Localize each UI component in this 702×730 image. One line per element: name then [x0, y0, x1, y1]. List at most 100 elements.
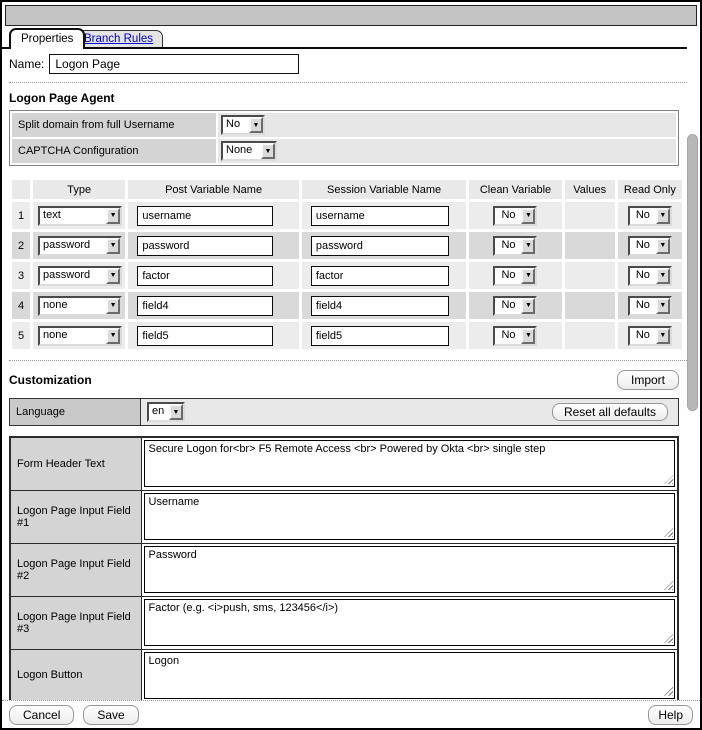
captcha-select[interactable]: None ▼ — [221, 141, 277, 161]
type-cell: text▼ — [33, 202, 125, 229]
separator — [9, 360, 687, 361]
select-value: password — [40, 238, 106, 254]
clean-variable-select[interactable]: No▼ — [493, 296, 537, 316]
split-domain-value-cell: No ▼ — [218, 113, 676, 137]
dropdown-arrow-icon: ▼ — [521, 328, 535, 344]
logon-button-label: Logon Button — [10, 649, 141, 700]
select-value: No — [630, 208, 656, 224]
language-select[interactable]: en ▼ — [147, 402, 185, 422]
input-field-1-textarea[interactable]: Username — [144, 493, 676, 540]
logon-button-row: Logon Button Logon — [10, 649, 678, 700]
dropdown-arrow-icon: ▼ — [656, 238, 670, 254]
window-titlebar — [5, 5, 697, 26]
name-row: Name: — [9, 54, 687, 74]
clean-variable-select[interactable]: No▼ — [493, 206, 537, 226]
row-number: 3 — [12, 262, 30, 289]
session-variable-input[interactable] — [311, 266, 449, 286]
session-variable-input[interactable] — [311, 296, 449, 316]
clean-variable-cell: No▼ — [469, 232, 561, 259]
header-read-only: Read Only — [618, 180, 682, 199]
input-field-3-cell: Factor (e.g. <i>push, sms, 123456</i>) — [141, 596, 678, 649]
input-field-3-textarea[interactable]: Factor (e.g. <i>push, sms, 123456</i>) — [144, 599, 676, 646]
dropdown-arrow-icon: ▼ — [106, 268, 120, 284]
tab-bar: Properties Branch Rules — [2, 27, 687, 49]
logon-page-properties-window: Properties Branch Rules Name: Logon Page… — [0, 0, 702, 730]
select-value: No — [495, 208, 521, 224]
values-cell — [565, 322, 615, 349]
clean-variable-select[interactable]: No▼ — [493, 326, 537, 346]
read-only-cell: No▼ — [618, 232, 682, 259]
type-select[interactable]: text▼ — [38, 206, 122, 226]
dropdown-arrow-icon: ▼ — [656, 328, 670, 344]
read-only-select[interactable]: No▼ — [628, 236, 672, 256]
header-number — [12, 180, 30, 199]
values-cell — [565, 232, 615, 259]
input-field-3-row: Logon Page Input Field #3 Factor (e.g. <… — [10, 596, 678, 649]
select-value: No — [495, 238, 521, 254]
select-value: No — [630, 328, 656, 344]
session-variable-input[interactable] — [311, 326, 449, 346]
split-domain-select[interactable]: No ▼ — [221, 115, 265, 135]
post-variable-input[interactable] — [137, 266, 273, 286]
post-variable-input[interactable] — [137, 236, 273, 256]
logon-button-textarea[interactable]: Logon — [144, 652, 676, 699]
dropdown-arrow-icon: ▼ — [521, 268, 535, 284]
type-select[interactable]: password▼ — [38, 266, 122, 286]
import-button[interactable]: Import — [617, 370, 679, 390]
values-cell — [565, 262, 615, 289]
cancel-button[interactable]: Cancel — [9, 705, 74, 725]
form-header-text-cell: Secure Logon for<br> F5 Remote Access <b… — [141, 437, 678, 490]
session-variable-cell — [302, 262, 467, 289]
clean-variable-cell: No▼ — [469, 292, 561, 319]
input-field-2-textarea[interactable]: Password — [144, 546, 676, 593]
clean-variable-cell: No▼ — [469, 322, 561, 349]
type-cell: password▼ — [33, 232, 125, 259]
input-field-2-row: Logon Page Input Field #2 Password — [10, 543, 678, 596]
session-variable-cell — [302, 202, 467, 229]
customization-text-table: Form Header Text Secure Logon for<br> F5… — [9, 436, 679, 700]
tab-branch-rules-label: Branch Rules — [84, 33, 153, 45]
help-button[interactable]: Help — [648, 705, 693, 725]
type-select[interactable]: none▼ — [38, 296, 122, 316]
form-header-text-label: Form Header Text — [10, 437, 141, 490]
name-input[interactable] — [49, 54, 299, 74]
dropdown-arrow-icon: ▼ — [169, 404, 183, 420]
row-number: 2 — [12, 232, 30, 259]
read-only-select[interactable]: No▼ — [628, 266, 672, 286]
name-label: Name: — [9, 57, 44, 71]
session-variable-input[interactable] — [311, 236, 449, 256]
session-variable-input[interactable] — [311, 206, 449, 226]
select-value: none — [40, 298, 106, 314]
input-field-2-label: Logon Page Input Field #2 — [10, 543, 141, 596]
clean-variable-cell: No▼ — [469, 202, 561, 229]
select-value: None — [223, 143, 261, 159]
post-variable-cell — [128, 322, 299, 349]
post-variable-input[interactable] — [137, 296, 273, 316]
form-header-text-textarea[interactable]: Secure Logon for<br> F5 Remote Access <b… — [144, 440, 676, 487]
type-select[interactable]: password▼ — [38, 236, 122, 256]
tab-properties[interactable]: Properties — [9, 28, 85, 49]
clean-variable-select[interactable]: No▼ — [493, 236, 537, 256]
post-variable-input[interactable] — [137, 326, 273, 346]
dropdown-arrow-icon: ▼ — [656, 208, 670, 224]
tab-branch-rules[interactable]: Branch Rules — [74, 30, 163, 47]
select-value: text — [40, 208, 106, 224]
vertical-scrollbar-thumb[interactable] — [687, 134, 698, 411]
select-value: No — [630, 268, 656, 284]
post-variable-cell — [128, 262, 299, 289]
read-only-select[interactable]: No▼ — [628, 326, 672, 346]
dropdown-arrow-icon: ▼ — [106, 208, 120, 224]
post-variable-input[interactable] — [137, 206, 273, 226]
reset-all-defaults-button[interactable]: Reset all defaults — [552, 403, 668, 421]
read-only-select[interactable]: No▼ — [628, 296, 672, 316]
save-button[interactable]: Save — [83, 705, 138, 725]
read-only-select[interactable]: No▼ — [628, 206, 672, 226]
input-field-1-cell: Username — [141, 490, 678, 543]
type-select[interactable]: none▼ — [38, 326, 122, 346]
type-cell: none▼ — [33, 292, 125, 319]
properties-panel: Name: Logon Page Agent Split domain from… — [9, 49, 687, 700]
clean-variable-select[interactable]: No▼ — [493, 266, 537, 286]
split-domain-row: Split domain from full Username No ▼ — [12, 113, 676, 137]
read-only-cell: No▼ — [618, 292, 682, 319]
session-variable-cell — [302, 322, 467, 349]
